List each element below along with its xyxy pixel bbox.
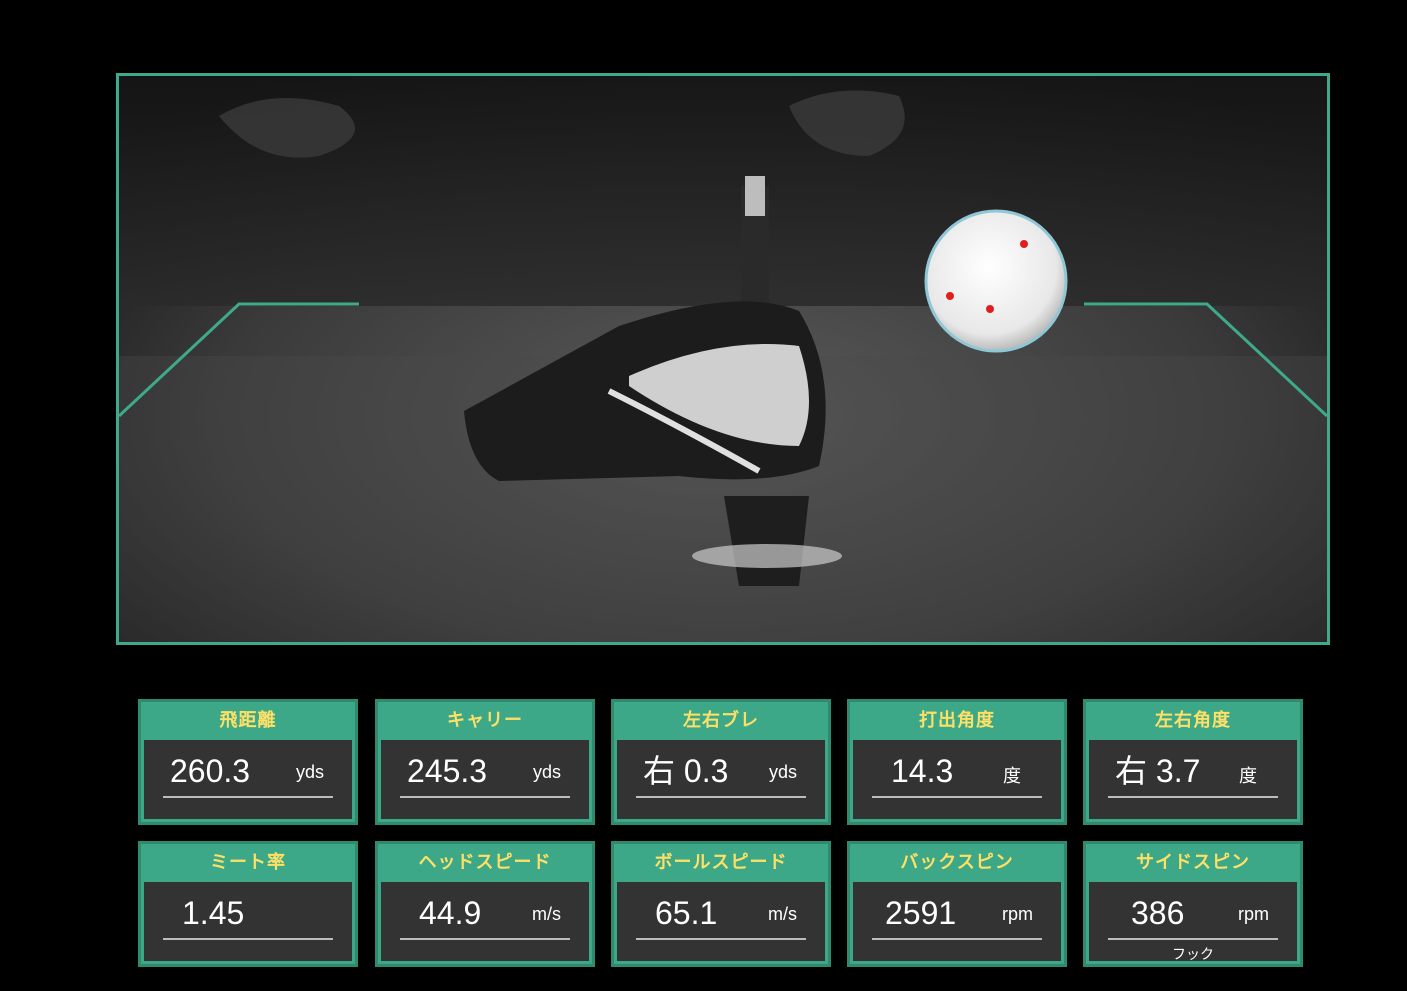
stat-label: バックスピン xyxy=(900,852,1014,873)
stat-value-panel: 245.3 yds xyxy=(381,740,589,819)
stat-card-lateral-angle: 左右角度 右 3.7 度 xyxy=(1083,699,1303,825)
stat-value: 14.3 xyxy=(891,753,954,789)
underline xyxy=(1108,938,1278,940)
stat-unit: 度 xyxy=(1003,766,1021,786)
stat-label: ボールスピード xyxy=(654,852,788,873)
underline xyxy=(163,938,333,940)
stat-value: 右 3.7 xyxy=(1115,753,1201,789)
stat-value-panel: 1.45 xyxy=(144,882,352,961)
stat-value: 2591 xyxy=(885,895,957,931)
stat-value: 260.3 xyxy=(170,753,251,789)
stat-label: 左右ブレ xyxy=(683,710,759,731)
underline xyxy=(163,796,333,798)
stat-label: 飛距離 xyxy=(219,710,277,731)
stat-label: キャリー xyxy=(447,710,523,731)
stat-card-lateral-deviation: 左右ブレ 右 0.3 yds xyxy=(611,699,831,825)
stat-card-carry: キャリー 245.3 yds xyxy=(375,699,595,825)
stat-card-backspin: バックスピン 2591 rpm xyxy=(847,841,1067,967)
underline xyxy=(872,796,1042,798)
stat-label: ミート率 xyxy=(210,852,286,873)
underline xyxy=(400,796,570,798)
stat-value-panel: 386 rpm フック xyxy=(1089,882,1297,962)
stat-card-total-distance: 飛距離 260.3 yds xyxy=(138,699,358,825)
impact-image xyxy=(119,76,1327,642)
impact-camera-view xyxy=(116,73,1330,645)
underline xyxy=(872,938,1042,940)
stat-label: ヘッドスピード xyxy=(418,852,552,873)
stat-card-ball-speed: ボールスピード 65.1 m/s xyxy=(611,841,831,967)
stat-value-panel: 14.3 度 xyxy=(853,740,1061,819)
stat-unit: yds xyxy=(295,762,324,782)
stat-label: 左右角度 xyxy=(1155,710,1231,731)
stat-unit: rpm xyxy=(1238,904,1269,924)
underline xyxy=(636,796,806,798)
stat-value-panel: 右 3.7 度 xyxy=(1089,740,1297,819)
stat-label: サイドスピン xyxy=(1136,852,1250,873)
stat-card-head-speed: ヘッドスピード 44.9 m/s xyxy=(375,841,595,967)
stat-label: 打出角度 xyxy=(919,710,995,731)
stat-unit: m/s xyxy=(768,904,797,924)
stat-value-panel: 65.1 m/s xyxy=(617,882,825,961)
stat-value-panel: 2591 rpm xyxy=(853,882,1061,961)
stat-card-launch-angle: 打出角度 14.3 度 xyxy=(847,699,1067,825)
underline xyxy=(400,938,570,940)
spin-direction-note: フック xyxy=(1172,946,1214,962)
stat-card-smash-factor: ミート率 1.45 xyxy=(138,841,358,967)
stat-card-sidespin: サイドスピン 386 rpm フック xyxy=(1083,841,1303,967)
stat-value: 65.1 xyxy=(655,895,718,931)
stat-unit: yds xyxy=(532,762,561,782)
stat-value: 386 xyxy=(1131,895,1185,931)
stat-value: 44.9 xyxy=(419,895,482,931)
underline xyxy=(636,938,806,940)
stat-unit: yds xyxy=(768,762,797,782)
stat-unit: 度 xyxy=(1239,766,1257,786)
stat-unit: rpm xyxy=(1002,904,1033,924)
stat-value-panel: 260.3 yds xyxy=(144,740,352,819)
stat-value: 右 0.3 xyxy=(643,753,729,789)
stat-value-panel: 44.9 m/s xyxy=(381,882,589,961)
stat-value-panel: 右 0.3 yds xyxy=(617,740,825,819)
stat-value: 245.3 xyxy=(407,753,488,789)
stat-value: 1.45 xyxy=(182,895,245,931)
stat-unit: m/s xyxy=(532,904,561,924)
underline xyxy=(1108,796,1278,798)
